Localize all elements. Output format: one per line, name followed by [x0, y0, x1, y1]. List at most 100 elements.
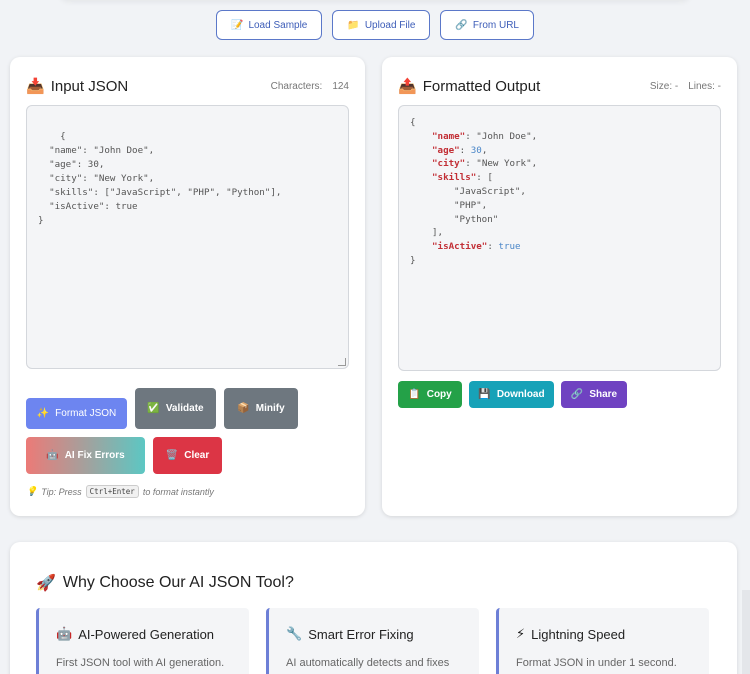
ai-fix-errors-label: AI Fix Errors — [64, 450, 125, 461]
folder-icon: 📁 — [347, 19, 360, 31]
json-key: "city" — [432, 158, 466, 170]
resize-handle-icon[interactable] — [338, 358, 346, 366]
feature-title-text: AI-Powered Generation — [78, 626, 215, 642]
download-label: Download — [496, 389, 545, 400]
download-button[interactable]: 💾 Download — [469, 381, 554, 408]
light-bulb-icon: 💡 — [26, 486, 38, 496]
upload-file-button[interactable]: 📁 Upload File — [332, 10, 431, 40]
link-icon: 🔗 — [455, 19, 468, 31]
output-line: "name": "John Doe", — [410, 130, 709, 144]
json-value: "JavaScript" — [454, 185, 521, 197]
validate-label: Validate — [165, 403, 204, 414]
inbox-tray-icon: 📥 — [26, 78, 45, 95]
json-punctuation: , — [531, 130, 538, 142]
copy-label: Copy — [426, 389, 452, 400]
output-line: "PHP", — [410, 199, 709, 213]
upload-file-label: Upload File — [364, 19, 416, 31]
load-sample-button[interactable]: 📝 Load Sample — [215, 10, 323, 40]
json-key: "skills" — [432, 172, 477, 184]
input-panel-header: 📥 Input JSON Characters: 124 — [26, 75, 349, 97]
output-panel: 📤 Formatted Output Size: - Lines: - { "na… — [382, 57, 737, 516]
format-json-button[interactable]: ✨ Format JSON — [26, 398, 127, 429]
load-sample-label: Load Sample — [248, 19, 308, 31]
clipboard-icon: 📋 — [408, 389, 421, 400]
json-value: 30 — [470, 144, 482, 156]
feature-card-title: 🔧 Smart Error Fixing — [286, 626, 414, 642]
output-line: "skills": [ — [410, 171, 709, 185]
robot-icon: 🤖 — [46, 450, 59, 461]
json-value: "John Doe" — [476, 130, 532, 142]
formatted-output: {"name": "John Doe", "age": 30, "city": "N… — [398, 105, 721, 371]
share-label: Share — [589, 389, 618, 400]
characters-value: 124 — [332, 80, 349, 92]
from-url-button[interactable]: 🔗 From URL — [440, 10, 534, 40]
lines-stat: Lines: - — [688, 80, 721, 92]
keyboard-tip: 💡 Tip: Press Ctrl+Enter to format instan… — [26, 485, 214, 498]
package-icon: 📦 — [237, 403, 250, 414]
shortcut-key: Ctrl+Enter — [85, 485, 139, 498]
json-punctuation: : — [465, 130, 477, 142]
feature-card-desc: First JSON tool with AI generation. — [56, 657, 225, 669]
tip-suffix: to format instantly — [142, 486, 214, 497]
page-scrollbar[interactable] — [742, 590, 750, 674]
rocket-icon: 🚀 — [36, 575, 56, 592]
characters-label: Characters: — [270, 80, 323, 92]
json-input-textarea[interactable]: { "name": "John Doe", "age": 30, "city":… — [26, 105, 349, 369]
output-panel-header: 📤 Formatted Output Size: - Lines: - — [398, 75, 721, 97]
ai-fix-errors-button[interactable]: 🤖 AI Fix Errors — [26, 437, 145, 474]
output-line: } — [410, 254, 709, 268]
features-section: 🚀 Why Choose Our AI JSON Tool? 🤖 AI-Powe… — [10, 542, 737, 674]
json-punctuation: , — [531, 158, 538, 170]
json-key: "isActive" — [432, 241, 488, 253]
format-json-label: Format JSON — [55, 408, 117, 419]
output-stats: Size: - Lines: - — [650, 81, 721, 92]
json-key: "name" — [432, 130, 466, 142]
tip-prefix: Tip: Press — [41, 486, 82, 497]
feature-card-title: 🤖 AI-Powered Generation — [56, 626, 214, 642]
feature-card-desc: AI automatically detects and fixes — [286, 657, 450, 669]
minify-label: Minify — [255, 403, 285, 414]
json-punctuation: { — [410, 117, 416, 128]
json-punctuation: : — [465, 158, 477, 170]
json-punctuation: } — [410, 254, 416, 266]
json-value: true — [498, 241, 521, 253]
from-url-label: From URL — [472, 19, 519, 31]
size-stat: Size: - — [649, 80, 679, 92]
json-punctuation: ], — [432, 227, 444, 239]
check-mark-icon: ✅ — [147, 403, 160, 414]
output-line: { — [410, 116, 709, 130]
feature-card-title: ⚡ Lightning Speed — [516, 626, 625, 642]
input-title-text: Input JSON — [50, 77, 129, 95]
output-line: "age": 30, — [410, 144, 709, 158]
json-key: "age" — [432, 144, 460, 156]
character-count: Characters: 124 — [271, 81, 349, 92]
json-input-content: { "name": "John Doe", "age": 30, "city":… — [38, 131, 282, 226]
clear-label: Clear — [184, 450, 210, 461]
json-punctuation: : [ — [476, 172, 493, 184]
json-value: "Python" — [454, 213, 499, 225]
feature-card-error-fixing: 🔧 Smart Error Fixing AI automatically de… — [266, 608, 479, 674]
lightning-icon: ⚡ — [516, 626, 526, 641]
copy-button[interactable]: 📋 Copy — [398, 381, 462, 408]
share-button[interactable]: 🔗 Share — [561, 381, 627, 408]
trash-icon: 🗑️ — [165, 450, 179, 461]
robot-icon: 🤖 — [56, 626, 73, 641]
wrench-icon: 🔧 — [286, 626, 303, 641]
json-punctuation: : — [487, 241, 499, 253]
json-punctuation: , — [481, 144, 488, 156]
json-punctuation: , — [520, 185, 526, 197]
validate-button[interactable]: ✅ Validate — [135, 388, 216, 429]
sparkles-icon: ✨ — [36, 408, 50, 419]
input-panel-title: 📥 Input JSON — [26, 77, 129, 96]
features-title: 🚀 Why Choose Our AI JSON Tool? — [36, 573, 294, 593]
output-line: "city": "New York", — [410, 157, 709, 171]
feature-card-ai-generation: 🤖 AI-Powered Generation First JSON tool … — [36, 608, 249, 674]
json-value: "New York" — [476, 158, 532, 170]
feature-card-speed: ⚡ Lightning Speed Format JSON in under 1… — [496, 608, 709, 674]
feature-title-text: Lightning Speed — [531, 626, 626, 642]
clear-button[interactable]: 🗑️ Clear — [153, 437, 222, 474]
output-line: "Python" — [410, 213, 709, 227]
memo-icon: 📝 — [230, 19, 244, 31]
minify-button[interactable]: 📦 Minify — [224, 388, 298, 429]
input-panel: 📥 Input JSON Characters: 124 { "name": "… — [10, 57, 365, 516]
